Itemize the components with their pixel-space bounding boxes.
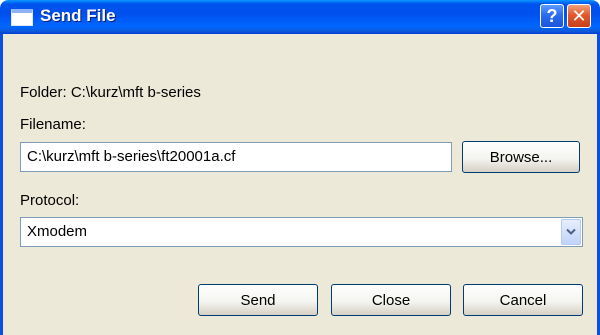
folder-path-label: Folder: C:\kurz\mft b-series — [20, 84, 201, 101]
cancel-button-label: Cancel — [499, 291, 547, 309]
cancel-button[interactable]: Cancel — [463, 284, 583, 316]
send-file-dialog: Send File ? ✕ Folder: C:\kurz\mft b-seri… — [0, 0, 600, 335]
close-button-label: Close — [371, 291, 411, 309]
filename-input[interactable]: C:\kurz\mft b-series\ft20001a.cf — [20, 142, 452, 172]
close-icon: ✕ — [571, 5, 587, 26]
close-window-button[interactable]: ✕ — [567, 4, 591, 28]
send-button-label: Send — [240, 291, 276, 309]
window-title: Send File — [40, 6, 116, 25]
help-icon: ? — [546, 5, 558, 26]
protocol-label: Protocol: — [20, 192, 80, 209]
window-icon — [11, 9, 33, 26]
dropdown-button[interactable] — [561, 219, 581, 245]
protocol-selected-value: Xmodem — [27, 223, 88, 240]
help-button[interactable]: ? — [540, 4, 564, 28]
chevron-down-icon — [566, 228, 576, 235]
send-button[interactable]: Send — [198, 284, 318, 316]
filename-label: Filename: — [20, 116, 86, 133]
browse-button[interactable]: Browse... — [462, 141, 580, 173]
protocol-select[interactable]: Xmodem — [20, 217, 583, 247]
close-button[interactable]: Close — [331, 284, 451, 316]
browse-button-label: Browse... — [489, 148, 553, 166]
window-frame-left — [0, 34, 3, 335]
title-bar[interactable]: Send File ? ✕ — [0, 0, 600, 34]
